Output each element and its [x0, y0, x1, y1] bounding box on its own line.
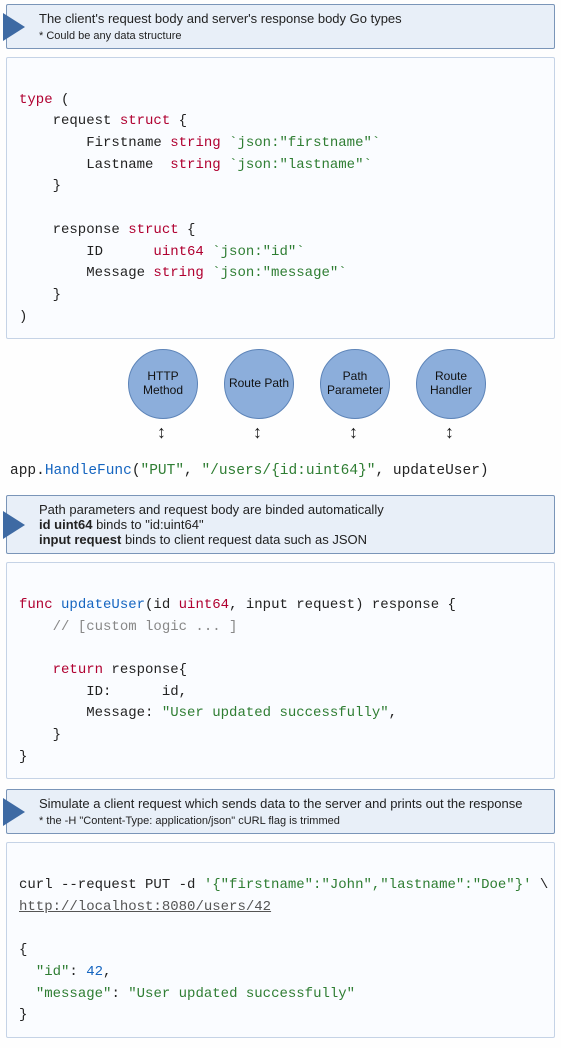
code-token: "PUT" — [141, 463, 185, 479]
code-token — [53, 597, 61, 613]
code-token: , — [184, 463, 201, 479]
code-token: ( — [132, 463, 141, 479]
code-line: { — [19, 942, 27, 958]
code-block-types: type ( request struct { Firstname string… — [6, 57, 555, 339]
code-token: updateUser — [61, 597, 145, 613]
code-token: (id — [145, 597, 179, 613]
callout-arrow-icon — [3, 511, 25, 539]
code-block-curl: curl --request PUT -d '{"firstname":"Joh… — [6, 842, 555, 1038]
updown-arrow-icon: ↕ — [445, 423, 454, 441]
callout-line: Path parameters and request body are bin… — [39, 502, 544, 517]
code-block-handler: func updateUser(id uint64, input request… — [6, 562, 555, 779]
code-token: : — [111, 986, 128, 1002]
code-token — [204, 244, 212, 260]
code-token: , — [389, 705, 397, 721]
code-token: uint64 — [179, 597, 229, 613]
callout-arrow-icon — [3, 798, 25, 826]
code-token: response{ — [103, 662, 187, 678]
code-token: , updateUser) — [375, 463, 488, 479]
code-token: : — [69, 964, 86, 980]
code-token: "/users/{id:uint64}" — [201, 463, 375, 479]
code-token — [204, 265, 212, 281]
route-diagram: HTTP Method Route Path Path Parameter Ro… — [6, 349, 555, 459]
code-token: string — [170, 135, 220, 151]
code-line: } — [19, 178, 61, 194]
callout-curl: Simulate a client request which sends da… — [6, 789, 555, 834]
code-line: } — [19, 727, 61, 743]
code-token — [221, 157, 229, 173]
callout-subtitle: * Could be any data structure — [39, 30, 544, 42]
code-token: http: — [19, 899, 61, 915]
code-token — [19, 662, 53, 678]
code-line: } — [19, 1007, 27, 1023]
bubble-http-method: HTTP Method — [128, 349, 198, 419]
code-token: func — [19, 597, 53, 613]
code-token: , input request) response { — [229, 597, 456, 613]
code-token: struct — [128, 222, 178, 238]
code-token: `json:"message"` — [212, 265, 346, 281]
code-token: , — [103, 964, 111, 980]
callout-arrow-icon — [3, 13, 25, 41]
code-token: string — [170, 157, 220, 173]
bubble-path-parameter: Path Parameter — [320, 349, 390, 419]
code-token: "User updated successfully" — [162, 705, 389, 721]
code-token: Lastname — [19, 157, 170, 173]
code-token: //localhost:8080/users/42 — [61, 899, 271, 915]
code-token: "User updated successfully" — [128, 986, 355, 1002]
code-token: `json:"id"` — [212, 244, 304, 260]
code-token: ( — [53, 92, 70, 108]
updown-arrow-icon: ↕ — [157, 423, 166, 441]
code-token: Message — [19, 265, 153, 281]
code-token: "message" — [36, 986, 112, 1002]
code-token: request — [19, 113, 120, 129]
callout-types: The client's request body and server's r… — [6, 4, 555, 49]
callout-text: binds to client request data such as JSO… — [121, 532, 367, 547]
code-token: // [custom logic ... ] — [53, 619, 238, 635]
code-token: struct — [120, 113, 170, 129]
callout-line: input request binds to client request da… — [39, 532, 544, 547]
callout-title: Simulate a client request which sends da… — [39, 796, 544, 811]
code-token — [19, 964, 36, 980]
code-token: { — [179, 222, 196, 238]
code-token: { — [170, 113, 187, 129]
code-line-handlefunc: app.HandleFunc("PUT", "/users/{id:uint64… — [6, 459, 555, 483]
code-token: app. — [10, 463, 45, 479]
callout-subtitle: * the -H "Content-Type: application/json… — [39, 815, 544, 827]
code-token: `json:"firstname"` — [229, 135, 380, 151]
code-token — [19, 619, 53, 635]
updown-arrow-icon: ↕ — [349, 423, 358, 441]
code-token — [221, 135, 229, 151]
code-token: HandleFunc — [45, 463, 132, 479]
callout-text: binds to "id:uint64" — [92, 517, 203, 532]
bubble-route-handler: Route Handler — [416, 349, 486, 419]
code-token: \ — [532, 877, 549, 893]
code-token: string — [153, 265, 203, 281]
code-token: type — [19, 92, 53, 108]
code-token: "id" — [36, 964, 70, 980]
callout-bold: input request — [39, 532, 121, 547]
bubble-route-path: Route Path — [224, 349, 294, 419]
code-token: 42 — [86, 964, 103, 980]
code-token — [19, 986, 36, 1002]
code-token: `json:"lastname"` — [229, 157, 372, 173]
callout-line: id uint64 binds to "id:uint64" — [39, 517, 544, 532]
code-line: } — [19, 287, 61, 303]
code-line: } — [19, 749, 27, 765]
updown-arrow-icon: ↕ — [253, 423, 262, 441]
code-token: Firstname — [19, 135, 170, 151]
code-token: ID — [19, 244, 153, 260]
code-token: uint64 — [153, 244, 203, 260]
callout-title: The client's request body and server's r… — [39, 11, 544, 26]
code-token: curl --request PUT -d — [19, 877, 204, 893]
code-token: '{"firstname":"John","lastname":"Doe"}' — [204, 877, 532, 893]
callout-bold: id uint64 — [39, 517, 92, 532]
code-token: Message: — [19, 705, 162, 721]
callout-binding: Path parameters and request body are bin… — [6, 495, 555, 554]
code-line: ) — [19, 309, 27, 325]
code-line: ID: id, — [19, 684, 187, 700]
code-token: response — [19, 222, 128, 238]
code-token: return — [53, 662, 103, 678]
